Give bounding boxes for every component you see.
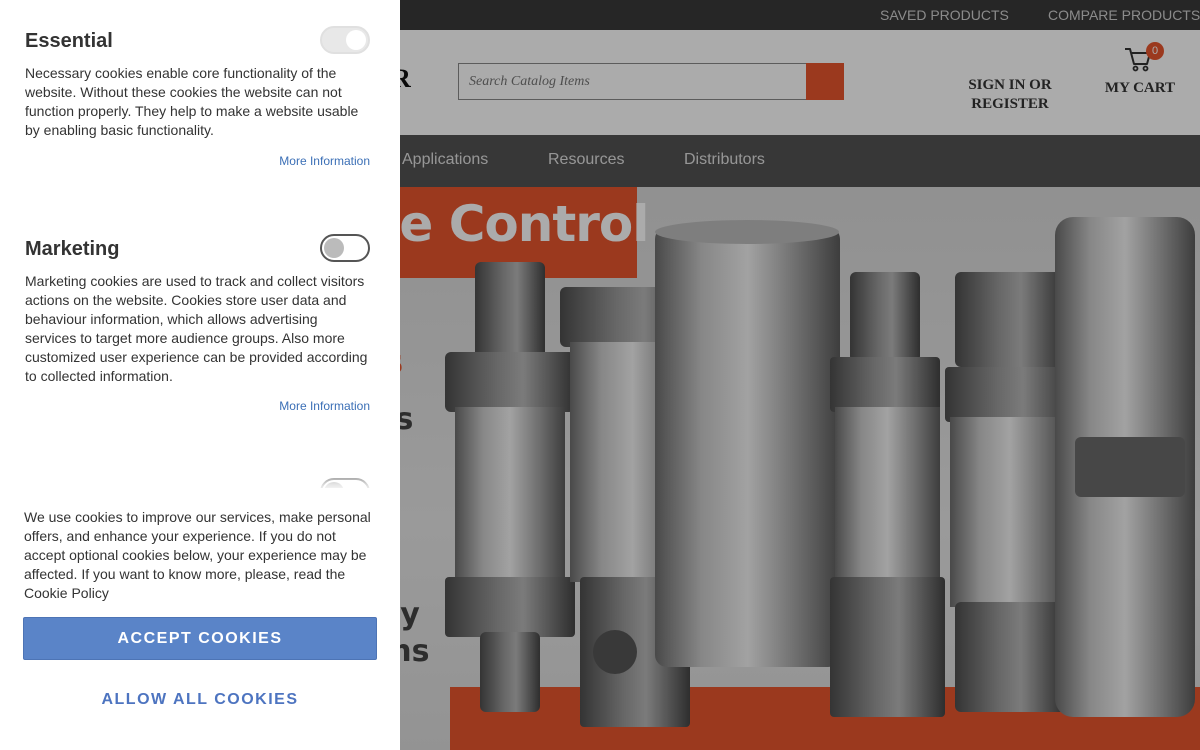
cookie-consent-panel: Essential Necessary cookies enable core … [0,0,400,750]
cookie-section-marketing: Marketing Marketing cookies are used to … [25,234,370,438]
section-title: Essential [25,30,113,52]
more-information-link[interactable]: More Information [279,399,370,413]
allow-all-cookies-button[interactable]: ALLOW ALL COOKIES [23,678,377,721]
cookie-section-essential: Essential Necessary cookies enable core … [25,26,370,210]
toggle-knob [346,30,366,50]
section-title: Marketing [25,238,120,260]
cookie-footer: We use cookies to improve our services, … [0,488,400,750]
marketing-toggle[interactable] [320,234,370,262]
essential-toggle[interactable] [320,26,370,54]
more-information-link[interactable]: More Information [279,154,370,168]
cookie-notice-text: We use cookies to improve our services, … [24,509,371,601]
accept-cookies-button[interactable]: ACCEPT COOKIES [23,617,377,660]
section-description: Marketing cookies are used to track and … [25,273,368,384]
section-description: Necessary cookies enable core functional… [25,65,359,138]
toggle-knob [324,238,344,258]
